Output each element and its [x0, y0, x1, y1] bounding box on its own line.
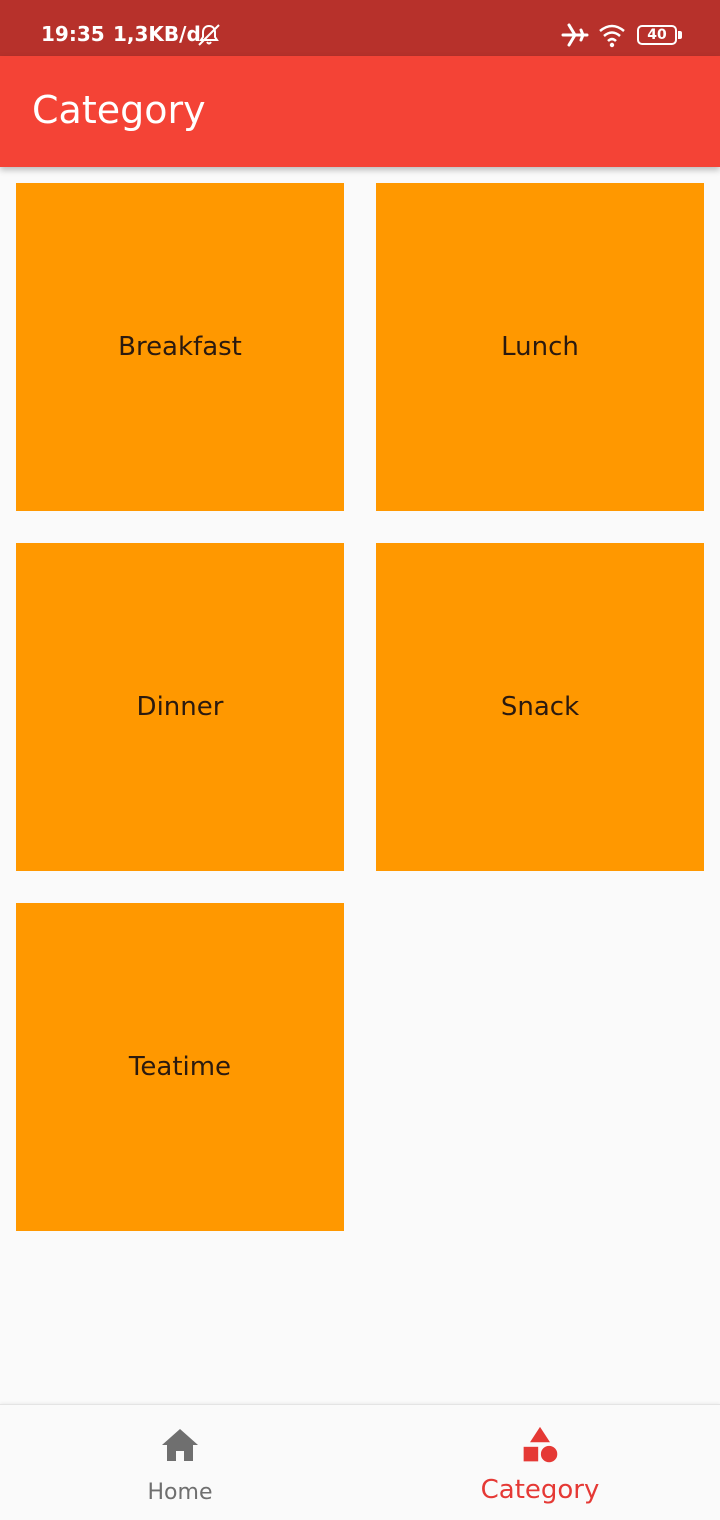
category-tile-snack[interactable]: Snack	[376, 543, 704, 871]
category-tile-dinner[interactable]: Dinner	[16, 543, 344, 871]
shapes-icon	[523, 1426, 558, 1463]
category-label: Teatime	[128, 1052, 232, 1082]
battery-tip	[678, 31, 682, 39]
status-time: 19:35	[41, 22, 105, 46]
nav-item-home[interactable]: Home	[0, 1405, 360, 1520]
wifi-icon	[599, 24, 625, 48]
nav-label-home: Home	[147, 1480, 213, 1505]
category-label: Snack	[500, 692, 580, 722]
category-label: Breakfast	[118, 332, 242, 362]
bottom-navigation: Home Category	[0, 1404, 720, 1520]
nav-item-category[interactable]: Category	[360, 1405, 720, 1520]
nav-label-category: Category	[480, 1475, 600, 1505]
home-icon	[162, 1429, 198, 1461]
page-title: Category	[32, 88, 206, 132]
battery-indicator: 40	[637, 25, 677, 45]
airplane-mode-icon	[561, 23, 589, 47]
category-tile-teatime[interactable]: Teatime	[16, 903, 344, 1231]
category-label: Dinner	[136, 692, 224, 722]
category-label: Lunch	[501, 332, 579, 362]
mute-icon	[198, 24, 220, 46]
category-tile-lunch[interactable]: Lunch	[376, 183, 704, 511]
app-bar: Category	[0, 56, 720, 167]
network-speed: 1,3KB/d	[113, 22, 201, 46]
category-tile-breakfast[interactable]: Breakfast	[16, 183, 344, 511]
status-bar: 19:35 1,3KB/d 40	[0, 0, 720, 56]
